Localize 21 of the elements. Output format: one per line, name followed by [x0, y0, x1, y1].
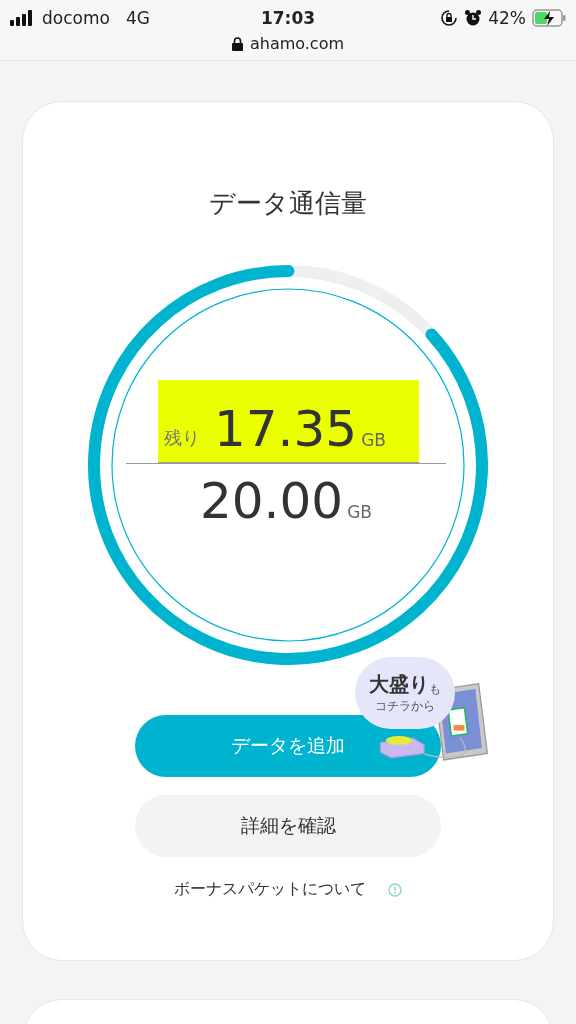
promo-headline: 大盛り: [369, 671, 429, 698]
details-button[interactable]: 詳細を確認: [135, 795, 441, 857]
network-type: 4G: [125, 8, 150, 28]
alarm-clock-icon: [464, 9, 483, 27]
bonus-packet-link[interactable]: ボーナスパケットについて: [174, 879, 366, 900]
total-amount: 20.00: [200, 476, 344, 526]
clock-time: 17:03: [260, 8, 316, 28]
rotation-lock-icon: [440, 9, 459, 27]
battery-percent: 42%: [488, 8, 526, 28]
battery-charging-icon: [532, 9, 566, 27]
remaining-unit: GB: [361, 430, 386, 450]
page-url: ahamo.com: [249, 34, 345, 53]
total-unit: GB: [347, 502, 372, 522]
promo-particle: も: [429, 681, 441, 698]
promo-subline: コチラから: [375, 698, 435, 715]
remaining-amount: 17.35: [214, 404, 358, 454]
info-icon[interactable]: [388, 882, 402, 897]
card-title: データ通信量: [209, 187, 367, 220]
carrier-name: docomo: [42, 8, 110, 28]
lock-icon: [231, 36, 243, 51]
remaining-label: 残り: [164, 426, 200, 450]
